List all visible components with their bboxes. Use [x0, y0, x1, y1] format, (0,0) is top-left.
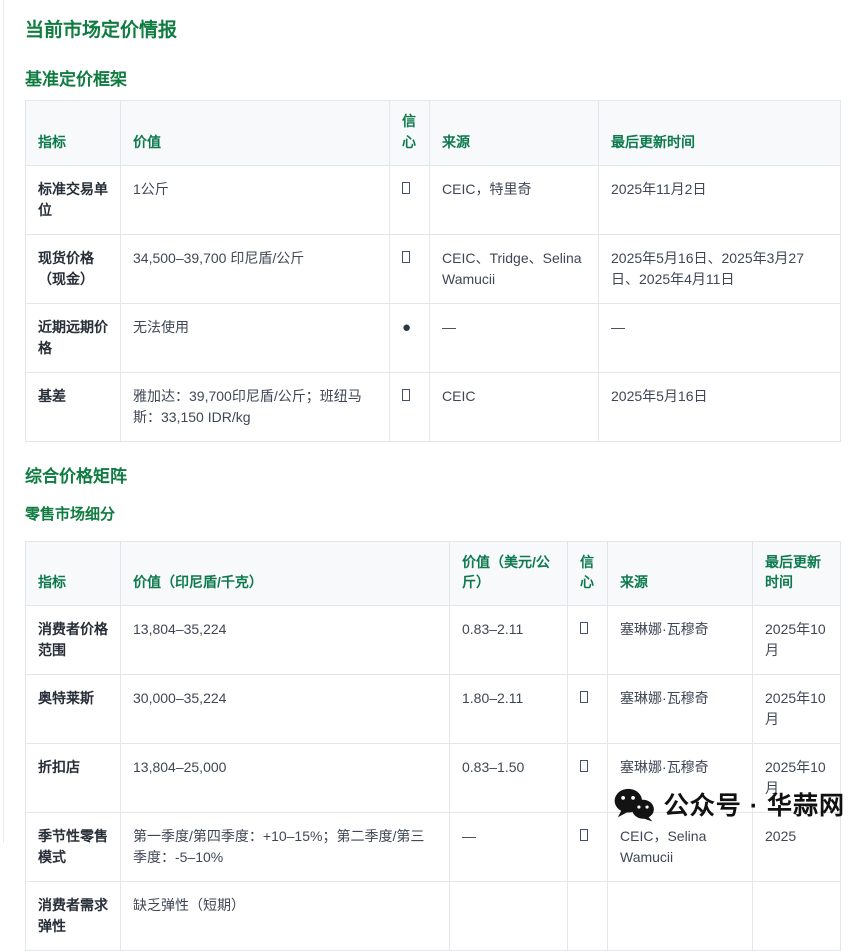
value-usd-cell: 0.83–2.11 — [450, 606, 568, 675]
subheading-retail-segment: 零售市场细分 — [25, 504, 840, 525]
source-cell: CEIC — [430, 372, 599, 441]
value-idr-cell: 30,000–35,224 — [121, 675, 450, 744]
header-source: 来源 — [608, 541, 753, 606]
table-row: 奥特莱斯 30,000–35,224 1.80–2.11 塞琳娜·瓦穆奇 202… — [26, 675, 841, 744]
source-cell: 塞琳娜·瓦穆奇 — [608, 606, 753, 675]
confidence-cell — [568, 606, 608, 675]
value-idr-cell: 13,804–35,224 — [121, 606, 450, 675]
updated-cell: 2025年10月 — [753, 606, 841, 675]
confidence-cell — [390, 165, 430, 234]
indicator-cell: 近期远期价格 — [26, 303, 121, 372]
value-cell: 34,500–39,700 印尼盾/公斤 — [121, 234, 390, 303]
wechat-icon — [613, 787, 655, 822]
confidence-glyph-icon — [580, 829, 588, 841]
section-heading-matrix: 综合价格矩阵 — [25, 465, 840, 489]
confidence-cell — [568, 744, 608, 813]
confidence-cell — [568, 882, 608, 951]
confidence-dot-icon: ● — [402, 319, 411, 336]
confidence-glyph-icon — [402, 182, 410, 194]
updated-cell: 2025 — [753, 813, 841, 882]
confidence-glyph-icon — [402, 389, 410, 401]
header-value-idr: 价值（印尼盾/千克） — [121, 541, 450, 606]
confidence-cell — [390, 234, 430, 303]
table-row: 基差 雅加达：39,700印尼盾/公斤；班纽马斯：33,150 IDR/kg C… — [26, 372, 841, 441]
header-indicator: 指标 — [26, 541, 121, 606]
indicator-cell: 标准交易单位 — [26, 165, 121, 234]
source-cell: CEIC，特里奇 — [430, 165, 599, 234]
table-row: 消费者价格范围 13,804–35,224 0.83–2.11 塞琳娜·瓦穆奇 … — [26, 606, 841, 675]
confidence-cell — [390, 372, 430, 441]
header-value-usd: 价值（美元/公斤） — [450, 541, 568, 606]
header-value: 价值 — [121, 101, 390, 166]
table-row: 近期远期价格 无法使用 ● — — — [26, 303, 841, 372]
value-cell: 1公斤 — [121, 165, 390, 234]
confidence-cell — [568, 813, 608, 882]
confidence-glyph-icon — [580, 760, 588, 772]
indicator-cell: 消费者需求弹性 — [26, 882, 121, 951]
source-cell — [608, 882, 753, 951]
table-header-row: 指标 价值 信心 来源 最后更新时间 — [26, 101, 841, 166]
value-usd-cell: 1.80–2.11 — [450, 675, 568, 744]
indicator-cell: 季节性零售模式 — [26, 813, 121, 882]
indicator-cell: 消费者价格范围 — [26, 606, 121, 675]
table-row: 消费者需求弹性 缺乏弹性（短期） — [26, 882, 841, 951]
value-usd-cell — [450, 882, 568, 951]
source-cell: 塞琳娜·瓦穆奇 — [608, 675, 753, 744]
updated-cell: 2025年10月 — [753, 675, 841, 744]
value-cell: 雅加达：39,700印尼盾/公斤；班纽马斯：33,150 IDR/kg — [121, 372, 390, 441]
updated-cell: — — [599, 303, 841, 372]
retail-segment-table: 指标 价值（印尼盾/千克） 价值（美元/公斤） 信心 来源 最后更新时间 消费者… — [25, 541, 841, 951]
value-usd-cell: — — [450, 813, 568, 882]
value-cell: 无法使用 — [121, 303, 390, 372]
value-usd-cell: 0.83–1.50 — [450, 744, 568, 813]
updated-cell — [753, 882, 841, 951]
indicator-cell: 现货价格（现金） — [26, 234, 121, 303]
source-cell: — — [430, 303, 599, 372]
header-updated: 最后更新时间 — [753, 541, 841, 606]
indicator-cell: 折扣店 — [26, 744, 121, 813]
indicator-cell: 奥特莱斯 — [26, 675, 121, 744]
table-row: 现货价格（现金） 34,500–39,700 印尼盾/公斤 CEIC、Tridg… — [26, 234, 841, 303]
page-title: 当前市场定价情报 — [25, 18, 840, 45]
header-source: 来源 — [430, 101, 599, 166]
header-confidence: 信心 — [568, 541, 608, 606]
value-idr-cell: 第一季度/第四季度：+10–15%；第二季度/第三季度：-5–10% — [121, 813, 450, 882]
header-indicator: 指标 — [26, 101, 121, 166]
confidence-glyph-icon — [402, 251, 410, 263]
page-left-divider — [3, 0, 4, 843]
updated-cell: 2025年11月2日 — [599, 165, 841, 234]
confidence-glyph-icon — [580, 691, 588, 703]
confidence-glyph-icon — [580, 622, 588, 634]
updated-cell: 2025年5月16日、2025年3月27日、2025年4月11日 — [599, 234, 841, 303]
section-heading-benchmark: 基准定价框架 — [25, 68, 840, 92]
confidence-cell: ● — [390, 303, 430, 372]
table-header-row: 指标 价值（印尼盾/千克） 价值（美元/公斤） 信心 来源 最后更新时间 — [26, 541, 841, 606]
value-idr-cell: 13,804–25,000 — [121, 744, 450, 813]
watermark-text: 公众号 · 华蒜网 — [664, 786, 845, 822]
confidence-cell — [568, 675, 608, 744]
value-idr-cell: 缺乏弹性（短期） — [121, 882, 450, 951]
header-confidence: 信心 — [390, 101, 430, 166]
wechat-watermark: 公众号 · 华蒜网 — [613, 786, 845, 822]
table-row: 标准交易单位 1公斤 CEIC，特里奇 2025年11月2日 — [26, 165, 841, 234]
source-cell: CEIC、Tridge、Selina Wamucii — [430, 234, 599, 303]
benchmark-table: 指标 价值 信心 来源 最后更新时间 标准交易单位 1公斤 CEIC，特里奇 2… — [25, 100, 841, 442]
table-row: 季节性零售模式 第一季度/第四季度：+10–15%；第二季度/第三季度：-5–1… — [26, 813, 841, 882]
indicator-cell: 基差 — [26, 372, 121, 441]
updated-cell: 2025年5月16日 — [599, 372, 841, 441]
source-cell: CEIC，Selina Wamucii — [608, 813, 753, 882]
header-updated: 最后更新时间 — [599, 101, 841, 166]
